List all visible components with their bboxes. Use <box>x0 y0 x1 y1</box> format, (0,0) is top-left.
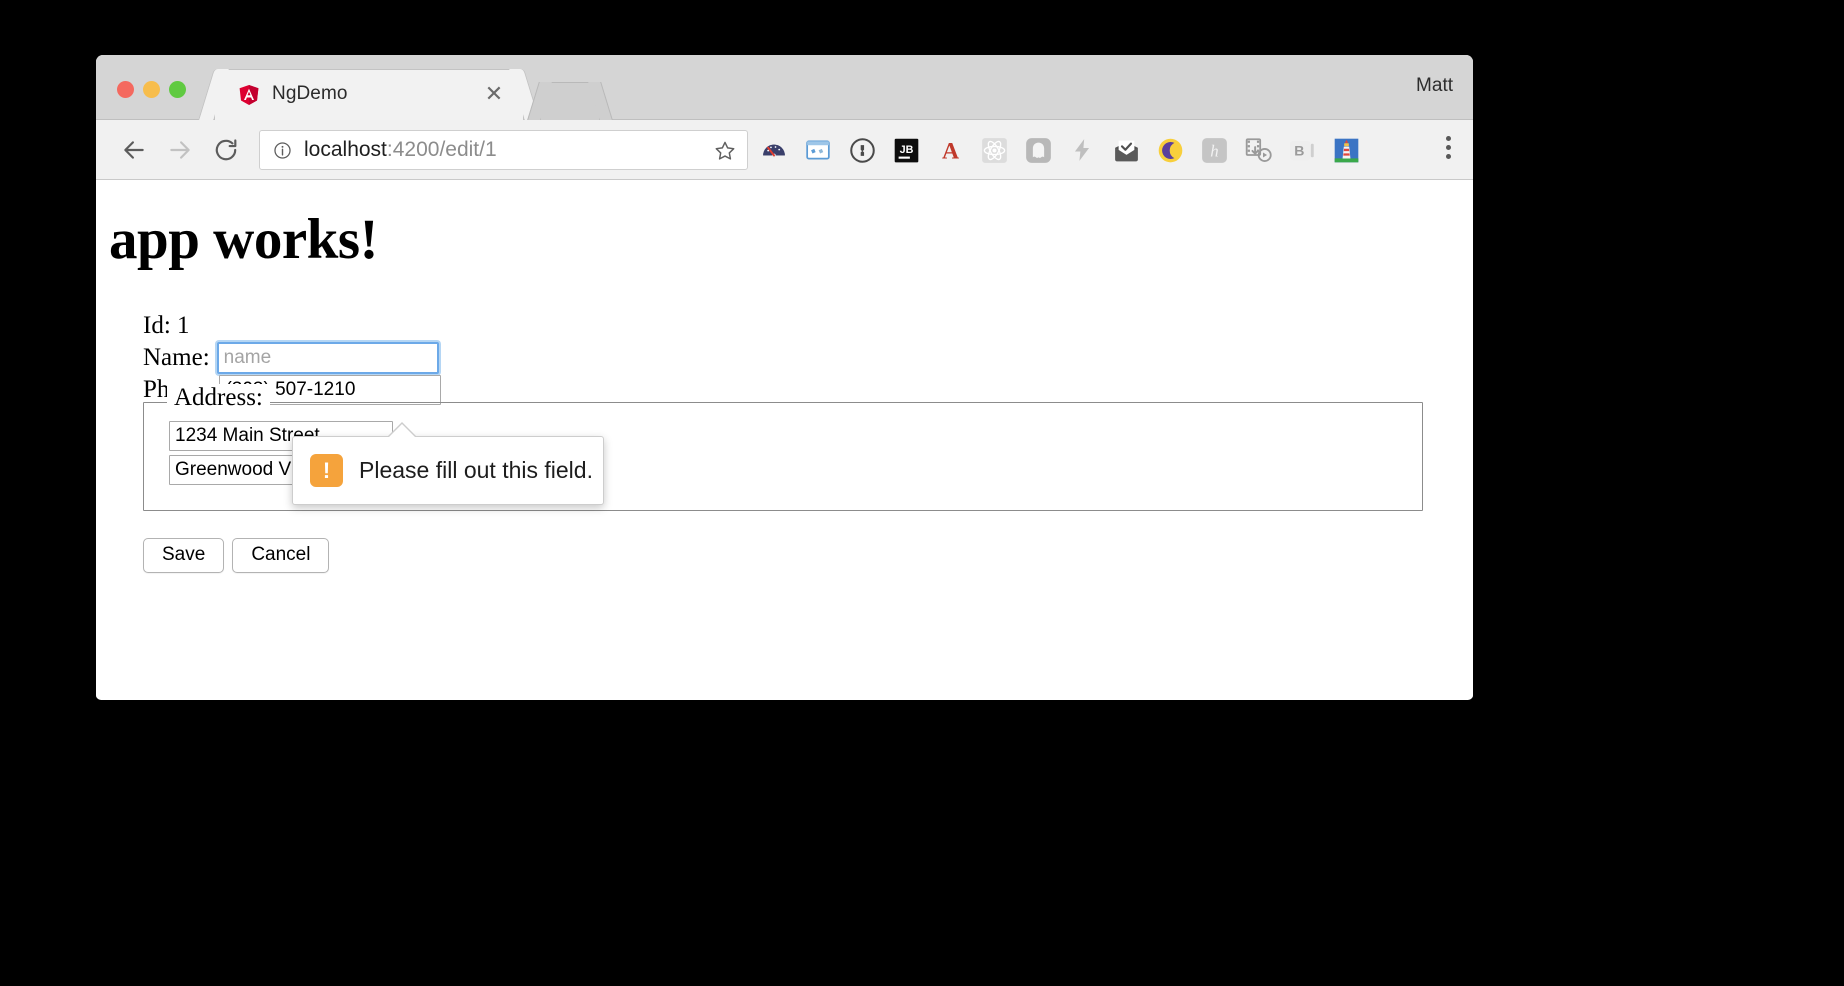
id-label: Id: 1 <box>143 311 190 339</box>
browser-tab-ngdemo[interactable]: NgDemo ✕ <box>214 69 524 120</box>
window-tags-icon[interactable] <box>804 136 832 164</box>
name-input[interactable] <box>216 341 439 374</box>
save-button[interactable]: Save <box>143 538 225 573</box>
tab-strip: NgDemo ✕ Matt <box>96 55 1473 120</box>
address-bar[interactable]: localhost:4200/edit/1 <box>259 130 748 170</box>
envelope-check-icon[interactable] <box>1112 136 1140 164</box>
reload-icon <box>215 139 237 161</box>
info-circle-icon[interactable] <box>273 141 292 160</box>
close-icon[interactable]: ✕ <box>483 81 505 106</box>
url-path: :4200/edit/1 <box>386 138 497 161</box>
forward-button[interactable] <box>164 134 196 166</box>
address-legend: Address: <box>167 384 270 412</box>
page-viewport: app works! Id: 1 Name: Phone: Address: , <box>96 180 1473 698</box>
onepassword-icon[interactable] <box>848 136 876 164</box>
svg-text:h: h <box>1210 141 1218 160</box>
browser-tab-inactive[interactable] <box>540 82 600 120</box>
name-row: Name: <box>143 341 441 374</box>
arrow-right-icon <box>170 141 190 159</box>
moon-night-icon[interactable] <box>1156 136 1184 164</box>
angular-shield-icon <box>239 85 259 105</box>
browser-window: NgDemo ✕ Matt localhost:4200/edit/1 JB A… <box>96 55 1473 700</box>
page-title: app works! <box>109 208 378 271</box>
honey-h-icon[interactable]: h <box>1200 136 1228 164</box>
maximize-window-button[interactable] <box>169 81 186 98</box>
svg-text:B: B <box>1294 142 1304 158</box>
svg-text:JB: JB <box>899 143 913 155</box>
augury-a-icon[interactable]: A <box>936 136 964 164</box>
extensions-bar: JB A h B <box>760 130 1360 170</box>
window-controls <box>117 81 186 98</box>
minimize-window-button[interactable] <box>143 81 160 98</box>
back-button[interactable] <box>118 134 150 166</box>
arrow-left-icon <box>124 141 144 159</box>
reload-button[interactable] <box>210 134 242 166</box>
browser-toolbar: localhost:4200/edit/1 JB A h B <box>96 120 1473 180</box>
star-icon[interactable] <box>714 140 736 162</box>
speedometer-icon[interactable] <box>760 136 788 164</box>
warning-icon: ! <box>310 454 343 487</box>
video-download-icon[interactable] <box>1244 136 1272 164</box>
jetbrains-icon[interactable]: JB <box>892 136 920 164</box>
validation-tooltip: ! Please fill out this field. <box>292 436 604 505</box>
three-dots-icon[interactable] <box>1445 136 1451 159</box>
lighthouse-icon[interactable] <box>1332 136 1360 164</box>
profile-name[interactable]: Matt <box>1416 75 1453 97</box>
lightning-bolt-icon[interactable] <box>1068 136 1096 164</box>
url-text: localhost:4200/edit/1 <box>304 138 497 162</box>
id-row: Id: 1 <box>143 310 441 341</box>
close-window-button[interactable] <box>117 81 134 98</box>
validation-message: Please fill out this field. <box>359 457 593 483</box>
url-host: localhost <box>304 138 387 161</box>
tab-title: NgDemo <box>272 83 348 104</box>
bitly-b-icon[interactable]: B <box>1288 136 1316 164</box>
svg-text:A: A <box>941 138 958 164</box>
form-actions: Save Cancel <box>143 538 330 573</box>
warning-glyph: ! <box>322 458 331 483</box>
react-atom-icon[interactable] <box>980 136 1008 164</box>
cancel-button[interactable]: Cancel <box>232 538 330 573</box>
ghostery-shield-icon[interactable] <box>1024 136 1052 164</box>
name-label: Name: <box>143 343 210 371</box>
